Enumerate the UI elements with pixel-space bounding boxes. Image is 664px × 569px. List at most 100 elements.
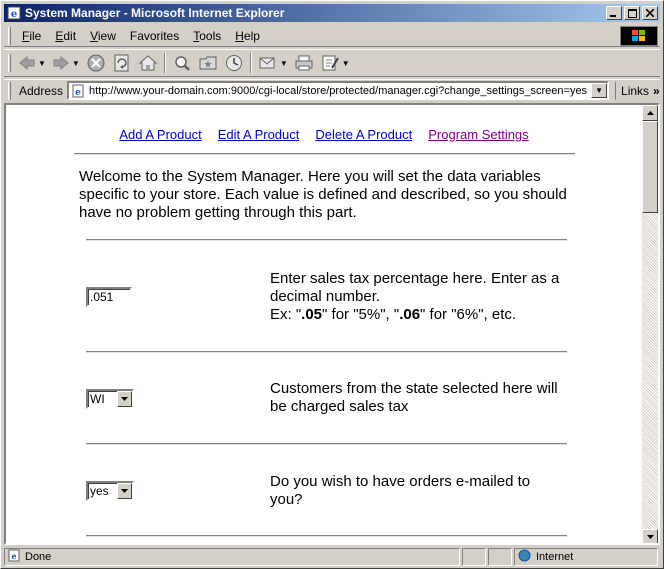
security-zone-label: Internet [536, 551, 574, 563]
toolbar-grip[interactable] [8, 54, 11, 72]
close-icon [646, 9, 654, 17]
title-bar[interactable]: e System Manager - Microsoft Internet Ex… [4, 4, 660, 22]
browser-window: e System Manager - Microsoft Internet Ex… [0, 0, 664, 569]
email-orders-value: yes [90, 484, 109, 498]
tax-state-select[interactable]: WI [86, 389, 134, 409]
maximize-button[interactable] [624, 6, 640, 20]
status-text: Done [25, 551, 52, 563]
edit-product-link[interactable]: Edit A Product [218, 127, 300, 142]
maximize-icon [627, 8, 637, 18]
sales-tax-value: .051 [90, 290, 114, 304]
chevron-up-icon [646, 111, 654, 115]
toolbar-separator [249, 53, 252, 73]
divider [86, 535, 567, 537]
menu-edit[interactable]: Edit [48, 29, 83, 43]
edit-button[interactable]: ▼ [320, 52, 350, 74]
home-icon [138, 55, 158, 71]
scroll-down-button[interactable] [642, 529, 658, 543]
toolbar-separator [163, 53, 166, 73]
divider [86, 351, 567, 353]
page-done-icon: e [8, 549, 21, 565]
status-panel-empty [462, 548, 486, 566]
back-arrow-icon [19, 55, 35, 71]
tax-state-dropdown-button[interactable] [117, 391, 132, 407]
home-button[interactable] [138, 52, 158, 74]
edit-dropdown-icon[interactable]: ▼ [342, 59, 350, 68]
forward-button[interactable]: ▼ [52, 52, 80, 74]
divider [74, 153, 575, 155]
history-icon [225, 55, 242, 71]
status-bar: e Done Internet [4, 547, 660, 567]
chevron-right-double-icon: » [653, 83, 660, 98]
favorites-folder-icon [199, 56, 217, 70]
printer-icon [295, 55, 313, 71]
globe-icon [518, 549, 531, 565]
address-url[interactable]: http://www.your-domain.com:9000/cgi-loca… [89, 85, 591, 97]
chevron-down-icon [646, 535, 654, 539]
address-dropdown-button[interactable]: ▼ [591, 83, 608, 98]
menu-help[interactable]: Help [228, 29, 267, 43]
menu-tools[interactable]: Tools [186, 29, 228, 43]
back-dropdown-icon[interactable]: ▼ [38, 59, 46, 68]
favorites-button[interactable] [198, 52, 218, 74]
add-product-link[interactable]: Add A Product [119, 127, 201, 142]
windows-logo-icon [620, 26, 658, 46]
menu-view[interactable]: View [83, 29, 123, 43]
status-text-panel: e Done [4, 548, 460, 566]
stop-icon [87, 54, 105, 72]
menu-file[interactable]: File [15, 29, 48, 43]
back-button[interactable]: ▼ [18, 52, 46, 74]
divider [86, 239, 567, 241]
edit-page-icon [322, 55, 339, 71]
forward-arrow-icon [53, 55, 69, 71]
mail-dropdown-icon[interactable]: ▼ [280, 59, 288, 68]
history-button[interactable] [224, 52, 244, 74]
program-settings-link[interactable]: Program Settings [428, 127, 528, 142]
vertical-scrollbar[interactable] [642, 105, 658, 543]
address-input[interactable]: e http://www.your-domain.com:9000/cgi-lo… [67, 81, 610, 100]
mail-button[interactable]: ▼ [258, 52, 288, 74]
search-button[interactable] [172, 52, 192, 74]
page-icon: e [71, 84, 87, 98]
svg-text:e: e [11, 9, 17, 20]
links-label: Links [621, 83, 650, 98]
address-label: Address [19, 83, 64, 98]
welcome-text: Welcome to the System Manager. Here you … [79, 168, 567, 221]
svg-text:e: e [11, 551, 16, 561]
addressbar-grip[interactable] [8, 81, 11, 100]
print-button[interactable] [294, 52, 314, 74]
links-button[interactable]: Links » [615, 81, 660, 100]
menu-favorites[interactable]: Favorites [123, 29, 186, 43]
chevron-down-icon [121, 397, 128, 401]
close-button[interactable] [642, 6, 658, 20]
delete-product-link[interactable]: Delete A Product [315, 127, 412, 142]
menubar-grip[interactable] [8, 26, 11, 45]
manager-nav: Add A Product Edit A Product Delete A Pr… [6, 127, 642, 142]
browser-viewport: Add A Product Edit A Product Delete A Pr… [4, 103, 660, 545]
refresh-icon [114, 54, 129, 72]
forward-dropdown-icon[interactable]: ▼ [72, 59, 80, 68]
email-orders-description: Do you wish to have orders e-mailed to y… [270, 473, 531, 508]
sales-tax-input[interactable]: .051 [86, 287, 132, 307]
standard-toolbar: ▼ ▼ ▼ ▼ [4, 49, 660, 77]
web-page: Add A Product Edit A Product Delete A Pr… [6, 105, 642, 543]
scroll-up-button[interactable] [642, 105, 658, 121]
email-orders-select[interactable]: yes [86, 481, 134, 501]
chevron-down-icon [121, 489, 128, 493]
divider [86, 443, 567, 445]
tax-state-description: Customers from the state selected here w… [270, 380, 558, 415]
window-title: System Manager - Microsoft Internet Expl… [25, 6, 285, 20]
email-orders-dropdown-button[interactable] [117, 483, 132, 499]
minimize-button[interactable] [606, 6, 622, 20]
security-zone-panel: Internet [514, 548, 658, 566]
status-panel-empty [488, 548, 512, 566]
menu-bar: File Edit View Favorites Tools Help [4, 25, 660, 47]
stop-button[interactable] [86, 52, 106, 74]
mail-icon [259, 57, 275, 69]
sales-tax-description: Enter sales tax percentage here. Enter a… [270, 270, 560, 323]
address-bar: Address e http://www.your-domain.com:900… [4, 79, 660, 101]
scroll-thumb[interactable] [642, 121, 658, 213]
minimize-icon [610, 15, 616, 17]
tax-state-value: WI [90, 392, 105, 406]
refresh-button[interactable] [112, 52, 132, 74]
